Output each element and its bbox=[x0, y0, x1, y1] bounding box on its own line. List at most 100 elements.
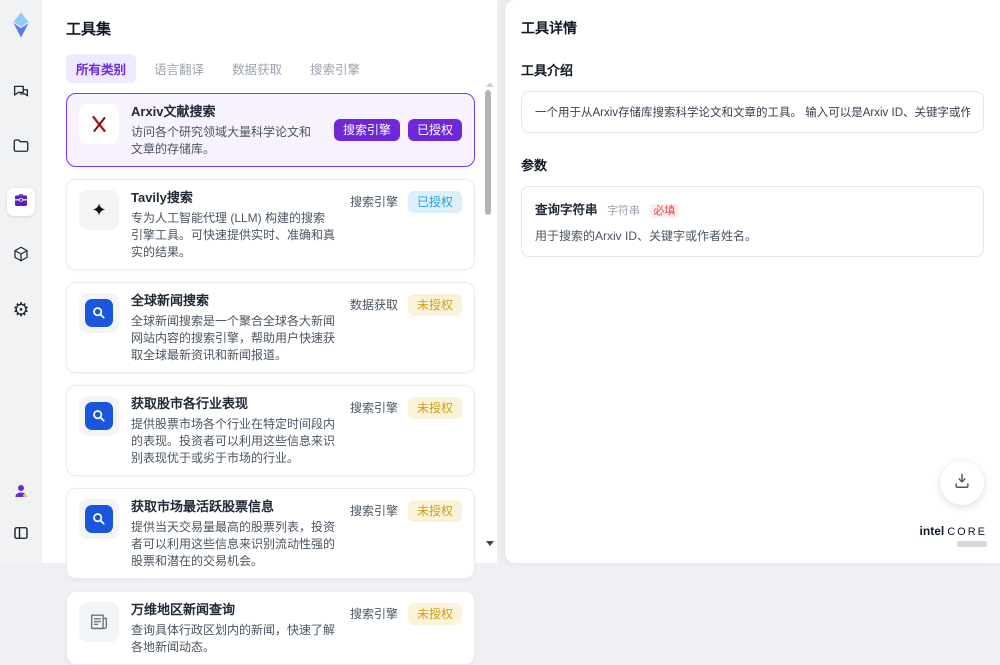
param-header: 查询字符串 字符串 必填 bbox=[535, 199, 970, 219]
status-badge: 已授权 bbox=[408, 119, 462, 141]
card-body: 万维地区新闻查询 查询具体行政区划内的新闻，快速了解各地新闻动态。 bbox=[131, 600, 336, 656]
params-heading: 参数 bbox=[521, 155, 984, 174]
tool-name: Tavily搜索 bbox=[131, 188, 336, 208]
intel-core-logo: intel CORE bbox=[920, 524, 987, 547]
card-tags: 搜索引擎 未授权 bbox=[348, 497, 462, 570]
card-tags: 搜索引擎 已授权 bbox=[334, 119, 462, 141]
left-rail: ⚙ bbox=[0, 0, 42, 563]
card-tags: 搜索引擎 未授权 bbox=[348, 600, 462, 656]
scrollbar-up-arrow-icon[interactable] bbox=[486, 82, 494, 87]
status-badge: 未授权 bbox=[408, 397, 462, 419]
download-icon bbox=[952, 471, 972, 496]
category-badge: 搜索引擎 bbox=[348, 191, 400, 213]
tab-language-translation[interactable]: 语言翻译 bbox=[144, 54, 214, 83]
tavily-star-icon: ✦ bbox=[79, 190, 119, 230]
tool-card-sector-performance[interactable]: 获取股市各行业表现 提供股票市场各个行业在特定时间段内的表现。投资者可以利用这些… bbox=[66, 385, 475, 476]
folder-icon bbox=[12, 137, 30, 160]
tool-description: 访问各个研究领域大量科学论文和文章的存储库。 bbox=[131, 124, 322, 158]
list-scrollbar bbox=[485, 82, 492, 550]
tool-name: 获取股市各行业表现 bbox=[131, 394, 336, 414]
tool-description: 提供当天交易量最高的股票列表，投资者可以利用这些信息来识别流动性强的股票和潜在的… bbox=[131, 519, 336, 570]
search-icon bbox=[79, 293, 119, 333]
star-glyph: ✦ bbox=[91, 201, 106, 219]
folder-nav-button[interactable] bbox=[7, 134, 35, 162]
card-body: 获取股市各行业表现 提供股票市场各个行业在特定时间段内的表现。投资者可以利用这些… bbox=[131, 394, 336, 467]
status-badge: 未授权 bbox=[408, 500, 462, 522]
param-required-badge: 必填 bbox=[649, 204, 679, 218]
tool-name: 全球新闻搜索 bbox=[131, 291, 336, 311]
download-button[interactable] bbox=[940, 461, 984, 505]
param-description: 用于搜索的Arxiv ID、关键字或作者姓名。 bbox=[535, 227, 970, 244]
category-badge: 搜索引擎 bbox=[334, 119, 400, 141]
tool-card-list: Arxiv文献搜索 访问各个研究领域大量科学论文和文章的存储库。 搜索引擎 已授… bbox=[66, 93, 475, 665]
blue-search-icon bbox=[85, 402, 113, 430]
toolbox-nav-button[interactable] bbox=[7, 188, 35, 216]
tool-name: 获取市场最活跃股票信息 bbox=[131, 497, 336, 517]
intro-heading: 工具介绍 bbox=[521, 60, 984, 79]
user-account-button[interactable] bbox=[7, 479, 35, 507]
rail-nav: ⚙ bbox=[7, 80, 35, 324]
card-body: Arxiv文献搜索 访问各个研究领域大量科学论文和文章的存储库。 bbox=[131, 102, 322, 158]
tool-card-arxiv[interactable]: Arxiv文献搜索 访问各个研究领域大量科学论文和文章的存储库。 搜索引擎 已授… bbox=[66, 93, 475, 167]
blue-search-icon bbox=[85, 299, 113, 327]
app-logo[interactable] bbox=[6, 10, 36, 40]
category-badge: 数据获取 bbox=[348, 294, 400, 316]
tool-name: Arxiv文献搜索 bbox=[131, 102, 322, 122]
category-badge: 搜索引擎 bbox=[348, 397, 400, 419]
param-type: 字符串 bbox=[607, 205, 640, 217]
gear-icon: ⚙ bbox=[12, 301, 29, 320]
tab-data-acquisition[interactable]: 数据获取 bbox=[222, 54, 292, 83]
param-box: 查询字符串 字符串 必填 用于搜索的Arxiv ID、关键字或作者姓名。 bbox=[521, 186, 984, 257]
status-badge: 未授权 bbox=[408, 603, 462, 625]
tab-all-categories[interactable]: 所有类别 bbox=[66, 54, 136, 83]
core-wordmark: CORE bbox=[947, 526, 987, 538]
rail-bottom bbox=[7, 479, 35, 549]
status-badge: 已授权 bbox=[408, 191, 462, 213]
collapse-panel-button[interactable] bbox=[7, 521, 35, 549]
chat-nav-button[interactable] bbox=[7, 80, 35, 108]
tool-description: 专为人工智能代理 (LLM) 构建的搜索引擎工具。可快速提供实时、准确和真实的结… bbox=[131, 210, 336, 261]
page-title: 工具集 bbox=[66, 18, 475, 39]
tool-card-tavily[interactable]: ✦ Tavily搜索 专为人工智能代理 (LLM) 构建的搜索引擎工具。可快速提… bbox=[66, 179, 475, 270]
tool-details-panel: 工具详情 工具介绍 一个用于从Arxiv存储库搜索科学论文和文章的工具。 输入可… bbox=[505, 0, 1000, 563]
tool-description: 全球新闻搜索是一个聚合全球各大新闻网站内容的搜索引擎，帮助用户快速获取全球最新资… bbox=[131, 313, 336, 364]
tool-card-regional-news[interactable]: 万维地区新闻查询 查询具体行政区划内的新闻，快速了解各地新闻动态。 搜索引擎 未… bbox=[66, 591, 475, 665]
blue-search-icon bbox=[85, 505, 113, 533]
news-icon bbox=[79, 602, 119, 642]
search-icon bbox=[79, 499, 119, 539]
card-body: Tavily搜索 专为人工智能代理 (LLM) 构建的搜索引擎工具。可快速提供实… bbox=[131, 188, 336, 261]
settings-nav-button[interactable]: ⚙ bbox=[7, 296, 35, 324]
scrollbar-down-arrow-icon[interactable] bbox=[486, 541, 494, 546]
category-badge: 搜索引擎 bbox=[348, 603, 400, 625]
details-title: 工具详情 bbox=[521, 18, 984, 38]
cube-nav-button[interactable] bbox=[7, 242, 35, 270]
category-badge: 搜索引擎 bbox=[348, 500, 400, 522]
card-tags: 搜索引擎 已授权 bbox=[348, 188, 462, 261]
tool-description: 查询具体行政区划内的新闻，快速了解各地新闻动态。 bbox=[131, 622, 336, 656]
tool-name: 万维地区新闻查询 bbox=[131, 600, 336, 620]
intro-text: 一个用于从Arxiv存储库搜索科学论文和文章的工具。 输入可以是Arxiv ID… bbox=[535, 104, 970, 120]
intro-box: 一个用于从Arxiv存储库搜索科学论文和文章的工具。 输入可以是Arxiv ID… bbox=[521, 91, 984, 133]
card-tags: 数据获取 未授权 bbox=[348, 291, 462, 364]
search-icon bbox=[79, 396, 119, 436]
arxiv-icon bbox=[79, 104, 119, 144]
toolbox-icon bbox=[12, 191, 30, 214]
category-tabs: 所有类别 语言翻译 数据获取 搜索引擎 bbox=[66, 54, 475, 83]
scrollbar-thumb[interactable] bbox=[485, 90, 491, 215]
tool-card-active-stocks[interactable]: 获取市场最活跃股票信息 提供当天交易量最高的股票列表，投资者可以利用这些信息来识… bbox=[66, 488, 475, 579]
user-icon bbox=[12, 482, 30, 505]
tool-description: 提供股票市场各个行业在特定时间段内的表现。投资者可以利用这些信息来识别表现优于或… bbox=[131, 416, 336, 467]
intel-wordmark: intel bbox=[920, 524, 945, 538]
panel-icon bbox=[12, 524, 30, 547]
tab-search-engine[interactable]: 搜索引擎 bbox=[300, 54, 370, 83]
card-body: 获取市场最活跃股票信息 提供当天交易量最高的股票列表，投资者可以利用这些信息来识… bbox=[131, 497, 336, 570]
status-badge: 未授权 bbox=[408, 294, 462, 316]
cube-icon bbox=[12, 245, 30, 268]
diamond-logo-icon bbox=[6, 10, 36, 40]
chat-icon bbox=[12, 83, 30, 106]
tool-list-panel: 工具集 所有类别 语言翻译 数据获取 搜索引擎 Arxiv文献搜索 访问各个研究… bbox=[42, 0, 497, 563]
param-name: 查询字符串 bbox=[535, 203, 598, 217]
card-tags: 搜索引擎 未授权 bbox=[348, 394, 462, 467]
card-body: 全球新闻搜索 全球新闻搜索是一个聚合全球各大新闻网站内容的搜索引擎，帮助用户快速… bbox=[131, 291, 336, 364]
tool-card-global-news[interactable]: 全球新闻搜索 全球新闻搜索是一个聚合全球各大新闻网站内容的搜索引擎，帮助用户快速… bbox=[66, 282, 475, 373]
